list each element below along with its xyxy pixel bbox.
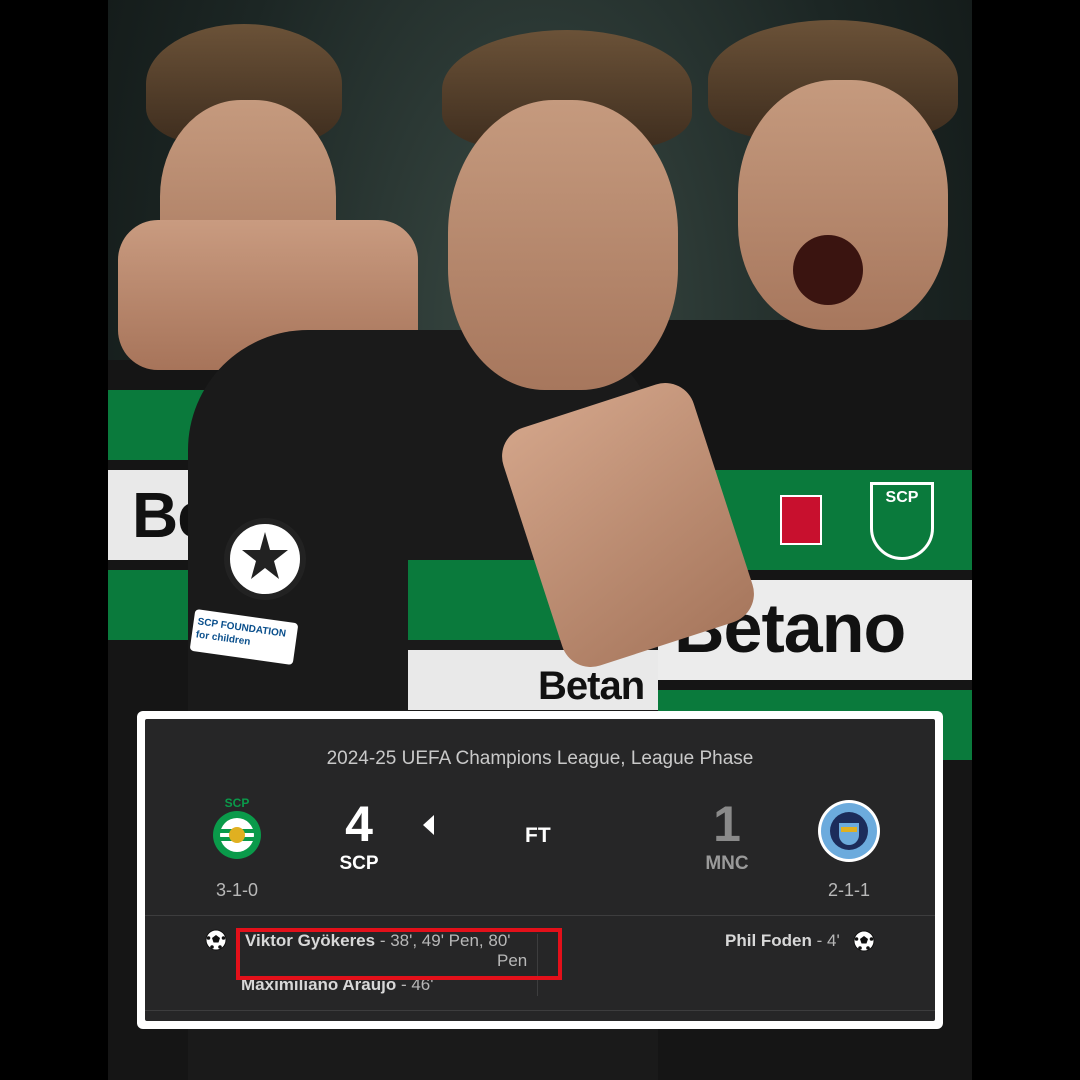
soccer-ball-icon xyxy=(205,929,227,951)
home-abbr: SCP xyxy=(339,853,379,874)
away-score: 1 xyxy=(713,796,741,852)
highlight-box xyxy=(236,928,562,980)
away-scorer-1-minutes: - 4' xyxy=(811,931,840,950)
home-score: 4 xyxy=(345,796,373,852)
home-record: 3-1-0 xyxy=(215,880,259,900)
away-abbr: MNC xyxy=(705,853,749,874)
match-status: FT xyxy=(525,824,551,847)
manchester-city-crest-icon[interactable] xyxy=(817,799,881,863)
champions-league-starball-icon xyxy=(224,518,306,600)
scorecard-bottom-divider xyxy=(145,1010,935,1011)
away-record: 2-1-1 xyxy=(827,880,871,900)
away-scorer-1: Phil Foden - 4' xyxy=(725,931,840,951)
away-scorer-1-name: Phil Foden xyxy=(725,931,812,950)
svg-text:SCP: SCP xyxy=(225,796,250,810)
center-sponsor-text: Betan xyxy=(538,664,645,708)
scorecard-divider xyxy=(145,915,935,916)
right-player-crest: SCP xyxy=(870,482,934,560)
scorecard-frame: 2024-25 UEFA Champions League, League Ph… xyxy=(137,711,943,1029)
competition-title: 2024-25 UEFA Champions League, League Ph… xyxy=(326,748,754,769)
sporting-cp-crest-icon[interactable]: SCP xyxy=(209,795,265,861)
scorecard[interactable]: 2024-25 UEFA Champions League, League Ph… xyxy=(145,719,935,1021)
soccer-ball-icon xyxy=(853,930,875,952)
winner-indicator-icon xyxy=(423,815,434,835)
